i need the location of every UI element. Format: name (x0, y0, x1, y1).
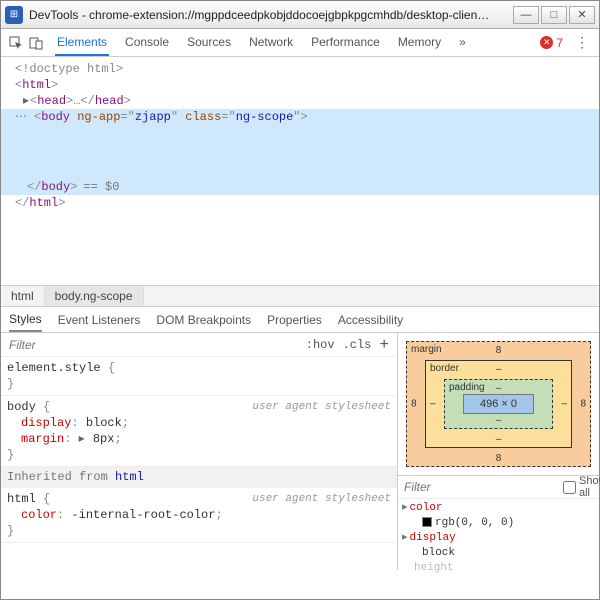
dom-tree[interactable]: <!doctype html> <html> ▸<head>…</head> ⋯… (1, 57, 599, 285)
devtools-toolbar: Elements Console Sources Network Perform… (1, 29, 599, 57)
lower-pane: :hov .cls + element.style { } user agent… (1, 333, 599, 570)
tab-more[interactable]: » (457, 30, 468, 56)
kebab-menu[interactable]: ⋮ (571, 34, 593, 51)
computed-filter-row: Show all (398, 475, 599, 499)
close-button[interactable]: ✕ (569, 6, 595, 24)
rule-origin: user agent stylesheet (252, 399, 391, 415)
styles-subtabs: Styles Event Listeners DOM Breakpoints P… (1, 307, 599, 333)
breadcrumb: html body.ng-scope (1, 285, 599, 307)
subtab-styles[interactable]: Styles (9, 308, 42, 332)
titlebar: ⊞ DevTools - chrome-extension://mgppdcee… (1, 1, 599, 29)
bm-padding-label: padding (449, 382, 485, 393)
styles-filter-row: :hov .cls + (1, 333, 397, 357)
dom-html-open[interactable]: <html> (1, 77, 599, 93)
bm-border-label: border (430, 363, 459, 374)
new-rule-button[interactable]: + (375, 336, 393, 354)
styles-pane: :hov .cls + element.style { } user agent… (1, 333, 397, 570)
tab-network[interactable]: Network (247, 30, 295, 56)
window-buttons: — □ ✕ (513, 6, 595, 24)
showall-checkbox[interactable]: Show all (563, 475, 600, 499)
dom-doctype[interactable]: <!doctype html> (1, 61, 599, 77)
minimize-button[interactable]: — (513, 6, 539, 24)
inherited-from: Inherited from html (1, 467, 397, 488)
dom-html-close[interactable]: </html> (1, 195, 599, 211)
box-model[interactable]: margin 8 8 8 8 border – – – – padding – … (398, 333, 599, 475)
crumb-html[interactable]: html (1, 286, 45, 306)
bm-margin-label: margin (411, 344, 442, 355)
subtab-eventlisteners[interactable]: Event Listeners (58, 309, 141, 331)
error-icon: ✕ (540, 36, 553, 49)
computed-pane: margin 8 8 8 8 border – – – – padding – … (397, 333, 599, 570)
rule-body[interactable]: user agent stylesheet body { display: bl… (1, 396, 397, 467)
computed-filter-input[interactable] (402, 478, 563, 496)
device-icon[interactable] (27, 34, 45, 52)
tab-sources[interactable]: Sources (185, 30, 233, 56)
error-badge[interactable]: ✕7 (540, 36, 563, 50)
rule-origin: user agent stylesheet (252, 491, 391, 507)
inspect-icon[interactable] (7, 34, 25, 52)
tab-console[interactable]: Console (123, 30, 171, 56)
tab-memory[interactable]: Memory (396, 30, 443, 56)
computed-list[interactable]: ▸color rgb(0, 0, 0) ▸display block heigh… (398, 499, 599, 578)
hov-toggle[interactable]: :hov (302, 338, 339, 352)
rule-html[interactable]: user agent stylesheet html { color: -int… (1, 488, 397, 543)
window-title: DevTools - chrome-extension://mgppdceedp… (29, 8, 513, 22)
tab-performance[interactable]: Performance (309, 30, 382, 56)
rule-elementstyle[interactable]: element.style { } (1, 357, 397, 396)
error-count: 7 (556, 36, 563, 50)
color-swatch-icon (422, 517, 432, 527)
dom-body-open[interactable]: ⋯<body ng-app="zjapp" class="ng-scope"> (1, 109, 599, 179)
subtab-dombreakpoints[interactable]: DOM Breakpoints (156, 309, 251, 331)
styles-filter-input[interactable] (5, 336, 302, 354)
crumb-body[interactable]: body.ng-scope (45, 286, 144, 306)
app-icon: ⊞ (5, 6, 23, 24)
maximize-button[interactable]: □ (541, 6, 567, 24)
subtab-accessibility[interactable]: Accessibility (338, 309, 403, 331)
tab-elements[interactable]: Elements (55, 30, 109, 56)
bm-content: 496 × 0 (463, 394, 534, 414)
cls-toggle[interactable]: .cls (339, 338, 376, 352)
subtab-properties[interactable]: Properties (267, 309, 322, 331)
dom-head[interactable]: ▸<head>…</head> (1, 93, 599, 109)
panel-tabs: Elements Console Sources Network Perform… (55, 30, 538, 56)
dom-body-close[interactable]: </body>== $0 (1, 179, 599, 195)
